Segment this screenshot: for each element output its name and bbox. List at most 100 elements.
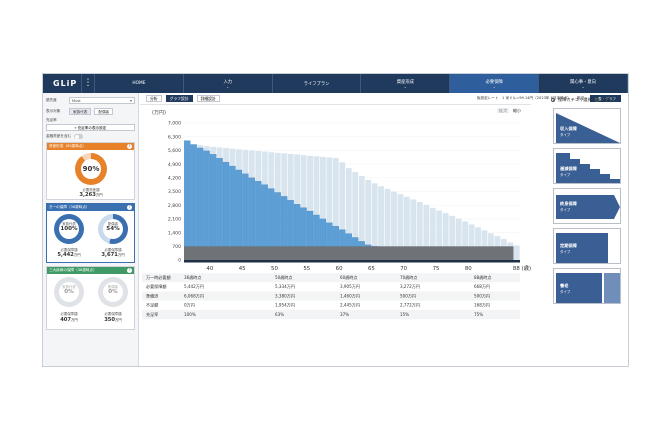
- category-panel-header: 保障カテゴリ選択 凡例: [549, 93, 629, 107]
- display-target-label: 表示対象: [46, 109, 61, 113]
- y-tick-label: 2,800: [168, 203, 181, 209]
- table-cell: 2,445万円: [340, 303, 360, 308]
- display-target-row: 表示対象 家族代表 配偶者: [43, 108, 138, 115]
- include-finance-row: 金融資産を含む: [43, 134, 138, 139]
- table-cell: 6,068万円: [184, 293, 204, 298]
- category-whole-life[interactable]: 終身保障 タイプ: [553, 188, 621, 224]
- x-tick-label: 55: [303, 266, 310, 272]
- table-cell: 不足額: [146, 302, 158, 308]
- category-endowment[interactable]: 養老 タイプ: [553, 268, 621, 304]
- card-title: 三大疾病の保障（36歳時点）?: [47, 267, 134, 274]
- required-bar: [216, 158, 223, 261]
- required-bar: [209, 154, 217, 261]
- chevron-down-icon: ⌄: [403, 84, 407, 89]
- amount-spouse: 350万円: [104, 317, 122, 323]
- y-tick-label: 6,300: [168, 134, 181, 140]
- chevron-down-icon: ⌄: [226, 84, 230, 89]
- table-cell: 万一時必要額: [146, 274, 171, 280]
- percent-spouse: 54%: [106, 226, 120, 232]
- reserve-bar: [513, 245, 520, 261]
- target-spouse-button[interactable]: 配偶者: [94, 108, 114, 115]
- category-panel: 保障カテゴリ選択 凡例 収入保障 タイプ 逓減保障 タイプ 終身保障 タイプ 定…: [549, 93, 629, 366]
- zoom-controls: 拡大 縮小: [497, 108, 523, 114]
- table-cell: 3,272万円: [400, 284, 420, 289]
- table-cell: 必要保障額: [146, 283, 166, 289]
- table-cell: 充足率: [146, 311, 158, 317]
- x-tick-label: 60: [336, 266, 343, 272]
- x-tick-label: 50: [271, 266, 278, 272]
- radio-legend[interactable]: [594, 98, 599, 102]
- top-navbar: GLiP ⋮ HOME 入力 ⌄ ライフプラン 資産形成 ⌄ 必要保障 ⌄ 関心事・意…: [43, 74, 628, 93]
- table-cell: 50歳時点: [275, 274, 293, 280]
- y-tick-label: 3,500: [168, 189, 181, 195]
- card-title: 資産形成（65歳時点）?: [47, 143, 134, 150]
- amount-household: 407万円: [60, 317, 78, 323]
- radio-category-select[interactable]: [551, 98, 555, 102]
- zoom-out-button[interactable]: 縮小: [511, 108, 523, 113]
- y-tick-label: 5,600: [168, 148, 181, 154]
- category-select-label: 保障カテゴリ選択: [558, 97, 592, 102]
- table-row: [142, 310, 520, 320]
- table-cell: 0万円: [184, 303, 195, 308]
- table-cell: 1,460万円: [340, 293, 360, 298]
- y-tick-label: 4,900: [168, 162, 181, 168]
- table-cell: 75%: [474, 312, 483, 317]
- sidebar: 優先度 Must 表示対象 家族代表 配偶者 充足率 ▿ 充足率の表示設定 金融…: [43, 93, 139, 366]
- x-tick-label: 88 (歳): [513, 264, 531, 272]
- table-cell: 36歳時点: [184, 274, 202, 280]
- death-coverage-card[interactable]: 万一の保障（36歳時点）? 家族代表 100% 配偶者 54% 必要保障額 必要…: [46, 203, 135, 263]
- required-bar: [222, 162, 230, 261]
- base-band: [184, 246, 514, 260]
- nav-required-coverage[interactable]: 必要保障 ⌄: [450, 74, 540, 93]
- x-tick-label: 65: [368, 266, 375, 272]
- nav-asset-building[interactable]: 資産形成 ⌄: [361, 74, 451, 93]
- nav-interests[interactable]: 関心事・意向 ⌄: [539, 74, 628, 93]
- help-icon[interactable]: ?: [127, 144, 132, 149]
- fulfillment-settings-button[interactable]: ▿ 充足率の表示設定: [46, 124, 135, 131]
- chevron-down-icon: ⌄: [492, 84, 496, 89]
- asset-building-card[interactable]: 資産形成（65歳時点）? 90% 必要資産額 3,263万円: [46, 142, 135, 200]
- x-tick-label: 70: [400, 266, 407, 272]
- table-cell: 168万円: [474, 303, 490, 308]
- help-icon[interactable]: ?: [127, 268, 132, 273]
- amount-spouse: 3,671万円: [101, 252, 125, 258]
- y-tick-label: 2,100: [168, 217, 181, 223]
- card-title: 万一の保障（36歳時点）?: [47, 204, 134, 211]
- category-term-life[interactable]: 定期保障 タイプ: [553, 228, 621, 264]
- x-tick-label: 80: [465, 266, 472, 272]
- kebab-icon[interactable]: ⋮: [81, 74, 95, 93]
- category-decreasing-term[interactable]: 逓減保障 タイプ: [553, 148, 621, 184]
- help-icon[interactable]: ?: [127, 205, 132, 210]
- toggle-switch[interactable]: [74, 134, 84, 139]
- nav-input[interactable]: 入力 ⌄: [184, 74, 273, 93]
- category-income-protection[interactable]: 収入保障 タイプ: [553, 108, 621, 144]
- table-cell: 668万円: [474, 284, 490, 289]
- tab-analysis[interactable]: 分析: [146, 95, 162, 102]
- app-logo[interactable]: GLiP: [43, 79, 81, 88]
- zoom-in-button[interactable]: 拡大: [497, 108, 510, 113]
- tab-detail-design[interactable]: 詳細設計: [196, 95, 220, 102]
- y-tick-label: 7,000: [168, 121, 181, 127]
- critical-illness-card[interactable]: 三大疾病の保障（36歳時点）? 家族代表 0% 配偶者 0% 必要保障額 必要保…: [46, 266, 135, 330]
- table-cell: 5,442万円: [184, 284, 204, 289]
- tab-graph-design[interactable]: グラフ設計: [165, 95, 193, 102]
- priority-select[interactable]: Must: [69, 97, 135, 104]
- priority-row: 優先度 Must: [43, 97, 138, 104]
- nav-lifeplan[interactable]: ライフプラン: [273, 74, 362, 93]
- y-tick-label: 0: [178, 258, 181, 264]
- required-asset-amount: 3,263万円: [79, 192, 103, 198]
- target-household-button[interactable]: 家族代表: [69, 108, 92, 115]
- nav-home[interactable]: HOME: [95, 74, 184, 93]
- required-bar: [203, 150, 210, 261]
- y-tick-label: 1,400: [168, 230, 181, 236]
- y-tick-label: 4,200: [168, 176, 181, 182]
- table-cell: 3,380万円: [275, 293, 295, 298]
- table-cell: 1,954万円: [275, 303, 295, 308]
- x-axis-strip: [184, 260, 520, 263]
- percent-value: 90%: [82, 165, 100, 173]
- table-cell: 500万円: [400, 293, 416, 298]
- fulfillment-label: 充足率: [46, 118, 57, 122]
- table-cell: 63%: [275, 312, 284, 317]
- app-window: GLiP ⋮ HOME 入力 ⌄ ライフプラン 資産形成 ⌄ 必要保障 ⌄ 関心事・意…: [42, 73, 629, 367]
- table-cell: 60歳時点: [340, 274, 358, 280]
